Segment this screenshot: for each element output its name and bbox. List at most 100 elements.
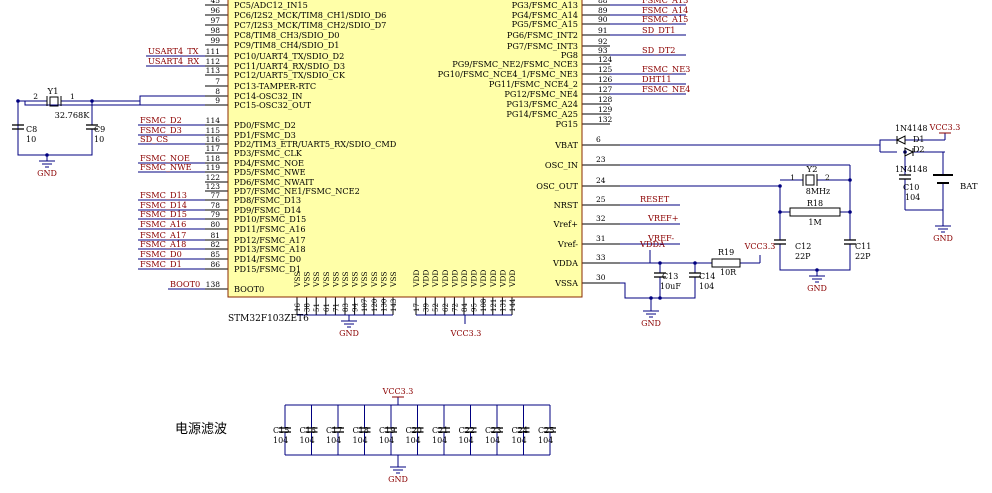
pin-name: NRST <box>554 200 579 210</box>
pin-name: VDDA <box>552 258 578 268</box>
pin-number: 84 <box>461 303 469 312</box>
pin-number: 122 <box>206 173 221 182</box>
pin-name: PC5/ADC12_IN15 <box>234 0 308 10</box>
pin-name: PC13-TAMPER-RTC <box>234 81 316 91</box>
pin-number: 61 <box>323 303 331 312</box>
vdd-pin-name: VDD <box>479 270 488 288</box>
vcc-label: VCC3.3 <box>382 387 414 396</box>
pin-name: Vref- <box>557 239 578 249</box>
net-label: FSMC_A16 <box>140 219 186 229</box>
filter-cap-value: 104 <box>379 436 394 445</box>
gnd-label: GND <box>641 319 661 328</box>
vdd-pin-name: VDD <box>470 270 479 288</box>
osc-wire <box>779 186 790 213</box>
pin-number: 115 <box>206 126 221 135</box>
pin-number: 78 <box>210 201 220 210</box>
pin-number: 33 <box>596 253 606 262</box>
pin-number: 88 <box>598 0 608 5</box>
pin-name: PC8/TIM8_CH3/SDIO_D0 <box>234 30 339 40</box>
filter-title: 电源滤波 <box>175 422 227 437</box>
c10-value: 104 <box>905 193 920 202</box>
filter-cap-ref: C20 <box>406 426 422 435</box>
pin-number: 143 <box>390 299 398 312</box>
r18-value: 1M <box>808 218 821 227</box>
pin-number: 95 <box>471 303 479 312</box>
pin-name: PC6/I2S2_MCK/TIM8_CH1/SDIO_D6 <box>234 10 386 20</box>
c8-ref: C8 <box>26 125 37 134</box>
pin-name: PG15 <box>556 119 578 129</box>
pin-number: 86 <box>210 260 220 269</box>
d2-value: 1N4148 <box>895 165 927 174</box>
y1-ref: Y1 <box>46 87 58 97</box>
vss-pin-name: VSS <box>322 271 331 288</box>
pin-number: 129 <box>598 105 613 114</box>
pin-name: PG9/FSMC_NE2/FSMC_NCE3 <box>452 59 578 69</box>
pin-name: PG5/FSMC_A15 <box>512 19 578 29</box>
filter-cap-ref: C25 <box>538 426 554 435</box>
pin-name: PG3/FSMC_A13 <box>512 0 578 10</box>
junction-dot <box>778 184 782 188</box>
pin-number: 90 <box>598 15 608 24</box>
vdd-pin-name: VDD <box>450 270 459 288</box>
net-label: SD_DT2 <box>642 45 676 55</box>
vss-pin-name: VSS <box>360 271 369 288</box>
pin-number: 8 <box>215 87 220 96</box>
c11-value: 22P <box>855 252 871 261</box>
pin-number: 132 <box>598 115 613 124</box>
pin-number: 6 <box>596 135 601 144</box>
filter-cap-value: 104 <box>512 436 527 445</box>
gnd-label: GND <box>388 475 408 484</box>
y1-value: 32.768K <box>55 110 91 120</box>
pin-number: 107 <box>361 299 369 312</box>
net-label: DHT11 <box>642 74 672 84</box>
pin-name: PD14/FSMC_D0 <box>234 254 301 264</box>
net-label: FSMC_D2 <box>140 115 182 125</box>
vss-pin-name: VSS <box>312 271 321 288</box>
gnd-label: GND <box>339 329 359 338</box>
filter-cap-ref: C22 <box>459 426 475 435</box>
filter-cap-value: 104 <box>353 436 368 445</box>
vdd-pin-name: VDD <box>489 270 498 288</box>
filter-cap-value: 104 <box>459 436 474 445</box>
vdd-pin-name: VDD <box>460 270 469 288</box>
pin-number: 82 <box>210 240 220 249</box>
r19-value: 10R <box>720 268 737 277</box>
net-label: FSMC_NE3 <box>642 64 690 74</box>
pin-number: 16 <box>294 303 302 312</box>
net-label: BOOT0 <box>170 279 200 289</box>
vdd-pin-name: VDD <box>441 270 450 288</box>
pin-number: 83 <box>342 303 350 312</box>
pin-number: 52 <box>432 303 440 312</box>
schematic-diagram: STM32F103ZET645 PC5/ADC12_IN1596 PC6/I2S2_… <box>12 0 978 484</box>
pin-number: 31 <box>596 234 606 243</box>
pin-number: 72 <box>451 303 459 312</box>
d2-ref: D2 <box>913 145 925 154</box>
pin-number: 118 <box>206 154 221 163</box>
vcc-label: VCC3.3 <box>450 329 482 338</box>
net-label: SD_CS <box>140 134 169 144</box>
pin-name: PD3/FSMC_CLK <box>234 148 303 158</box>
net-label: SD_DT1 <box>642 25 676 35</box>
pin-number: 111 <box>206 47 220 56</box>
pin-name: OSC_OUT <box>536 181 578 191</box>
pin-name: PG11/FSMC_NCE4_2 <box>489 79 578 89</box>
c8-value: 10 <box>26 135 36 144</box>
net-label: FSMC_D15 <box>140 209 187 219</box>
pin-number: 24 <box>596 176 606 185</box>
c9-ref: C9 <box>94 125 105 134</box>
filter-cap-ref: C21 <box>432 426 448 435</box>
pin-number: 85 <box>210 250 220 259</box>
pin-name: OSC_IN <box>545 160 578 170</box>
vss-pin-name: VSS <box>293 271 302 288</box>
vcc-label: VCC3.3 <box>929 123 961 132</box>
vss-pin-name: VSS <box>389 271 398 288</box>
pin-number: 96 <box>210 6 220 15</box>
pin-name: PD15/FSMC_D1 <box>234 264 301 274</box>
pin-number: 77 <box>210 191 220 200</box>
pin-name: PG6/FSMC_INT2 <box>507 30 578 40</box>
pin-number: 128 <box>598 95 613 104</box>
y2-crystal <box>805 174 815 186</box>
pin-name: PD5/FSMC_NWE <box>234 167 306 177</box>
filter-cap-value: 104 <box>326 436 341 445</box>
net-label: USART4_RX <box>148 56 199 66</box>
